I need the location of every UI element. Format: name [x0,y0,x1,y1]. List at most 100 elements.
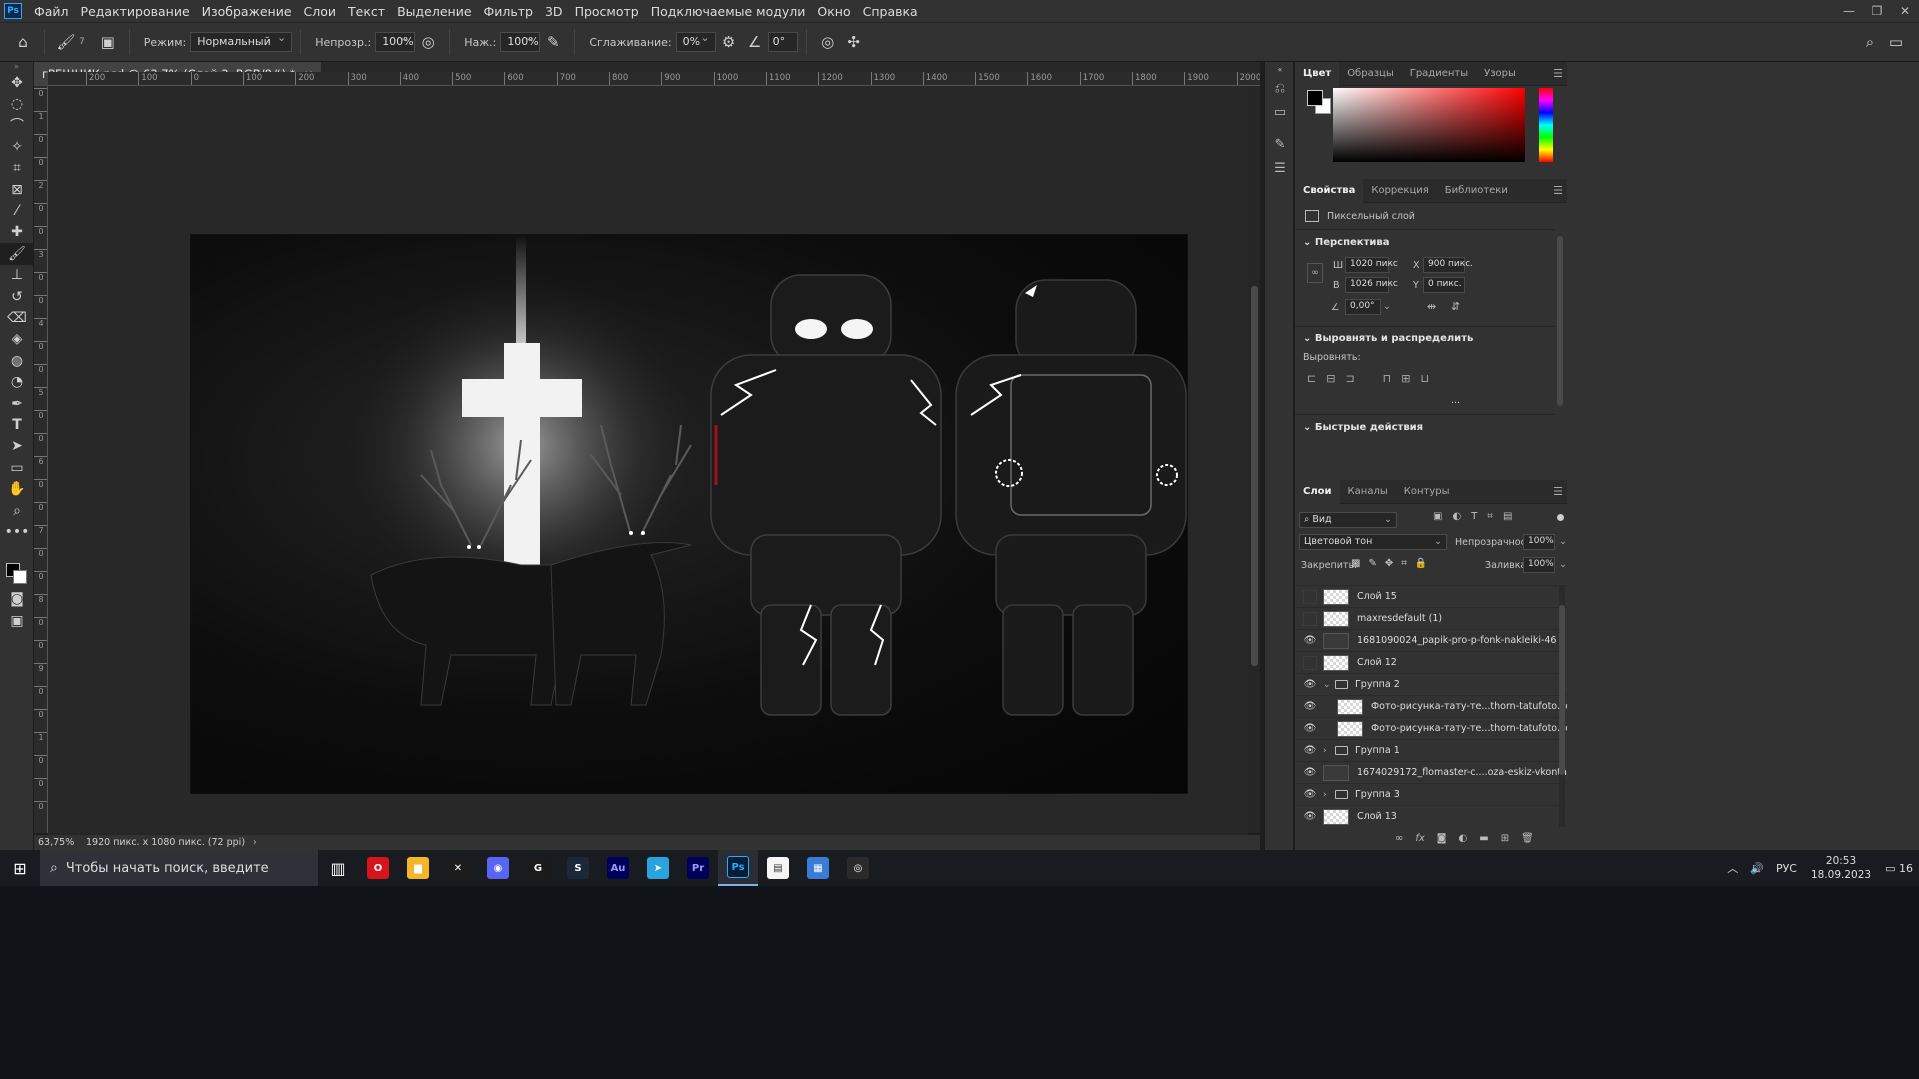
quick-actions-section[interactable]: ⌄ Быстрые действия [1303,422,1423,433]
collapse-icon[interactable]: « [1265,62,1295,76]
tab-layers[interactable]: Слои [1295,479,1340,504]
brush-size[interactable]: 7 [79,37,85,47]
photoshop-logo[interactable]: Ps [4,3,22,19]
lock-artboard-icon[interactable]: ⌗ [1401,558,1407,569]
audition-taskbar-icon[interactable]: Au [598,850,638,886]
visibility-eye-icon[interactable] [1303,656,1317,670]
perspective-section[interactable]: ⌄ Перспектива [1303,237,1389,248]
layers-scrollbar[interactable] [1559,585,1565,827]
layer-row[interactable]: 👁 Фото-рисунка-тату-те...thorn-tatufoto.c… [1295,695,1567,717]
windows-start-icon[interactable]: ⊞ [0,850,40,886]
type-tool-icon[interactable]: T [0,414,34,435]
task-view-icon[interactable]: ▥ [318,850,358,886]
menu-plugins[interactable]: Подключаемые модули [645,4,812,19]
menu-filter[interactable]: Фильтр [478,4,539,19]
steam-taskbar-icon[interactable]: S [558,850,598,886]
lock-all-icon[interactable]: 🔒 [1415,558,1427,569]
menu-file[interactable]: Файл [28,4,75,19]
healing-brush-icon[interactable]: ✚ [0,222,34,243]
pressure-size-icon[interactable]: ◎ [815,29,841,55]
vertical-scrollbar[interactable] [1248,86,1260,833]
discord-taskbar-icon[interactable]: ◉ [478,850,518,886]
eyedropper-icon[interactable]: ⁄ [0,200,34,221]
layer-filter-select[interactable]: ⌕ Вид ⌄ [1299,512,1397,528]
blend-mode-select[interactable]: Цветовой тон ⌄ [1299,534,1447,550]
app-g-taskbar-icon[interactable]: G [518,850,558,886]
pressure-opacity-icon[interactable]: ◎ [415,29,441,55]
quick-mask-icon[interactable]: ◙ [0,589,34,610]
brush-settings-icon[interactable]: ▣ [95,29,121,55]
dodge-tool-icon[interactable]: ◔ [0,371,34,392]
visibility-eye-icon[interactable]: 👁 [1303,744,1317,758]
airbrush-icon[interactable]: ✎ [540,29,566,55]
crop-tool-icon[interactable]: ⌗ [0,158,34,179]
menu-edit[interactable]: Редактирование [75,4,196,19]
angle-input[interactable]: 0° [767,32,798,52]
telegram-taskbar-icon[interactable]: ➤ [638,850,678,886]
menu-layers[interactable]: Слои [298,4,343,19]
layer-row[interactable]: 👁 › Группа 3 [1295,783,1567,805]
width-field[interactable]: 1020 пикс [1345,257,1398,273]
layer-opacity-field[interactable]: 100% [1523,534,1555,550]
filter-shape-icon[interactable]: ⌗ [1487,511,1493,522]
menu-window[interactable]: Окно [811,4,856,19]
align-center-v-icon[interactable]: ⊞ [1401,372,1410,385]
panel-menu-icon[interactable]: ☰ [1553,179,1563,203]
lasso-tool-icon[interactable]: ⌒ [0,115,34,136]
paint-bucket-icon[interactable]: ◈ [0,329,34,350]
pen-tool-icon[interactable]: ✒ [0,393,34,414]
artwork-image[interactable] [190,234,1188,794]
layer-row[interactable]: Слой 12 [1295,651,1567,673]
premiere-taskbar-icon[interactable]: Pr [678,850,718,886]
minimize-button[interactable]: — [1835,0,1863,22]
group-toggle-icon[interactable]: ⌄ [1323,674,1331,696]
new-layer-icon[interactable]: ⊞ [1501,833,1509,844]
layer-row[interactable]: Слой 15 [1295,585,1567,607]
angle-field[interactable]: 0,00° [1345,299,1381,315]
height-field[interactable]: 1026 пикс [1345,277,1398,293]
filter-pixel-icon[interactable]: ▣ [1433,511,1442,522]
new-group-icon[interactable]: ▬ [1479,833,1488,844]
blur-tool-icon[interactable]: ◍ [0,350,34,371]
gear-icon[interactable]: ⚙ [716,29,742,55]
symmetry-icon[interactable]: ✣ [841,29,867,55]
search-icon[interactable]: ⌕ [1857,29,1883,55]
tab-paths[interactable]: Контуры [1396,480,1458,504]
menu-help[interactable]: Справка [857,4,924,19]
opacity-dropdown-icon[interactable]: ⌄ [1559,536,1567,547]
properties-scrollbar[interactable] [1557,236,1563,406]
visibility-eye-icon[interactable]: 👁 [1303,678,1317,692]
language-indicator[interactable]: РУС [1770,862,1803,875]
tab-swatches[interactable]: Образцы [1339,62,1402,86]
align-section[interactable]: ⌄ Выровнять и распределить [1303,333,1473,344]
align-bottom-icon[interactable]: ⊔ [1420,372,1429,385]
taskbar-search[interactable]: ⌕ Чтобы начать поиск, введите [40,850,318,886]
clock[interactable]: 20:53 18.09.2023 [1803,854,1879,882]
brush-preset-icon[interactable]: 🖌 [53,29,79,55]
new-adjustment-icon[interactable]: ◐ [1459,833,1468,844]
layer-style-icon[interactable]: fx [1415,833,1424,844]
workspace-icon[interactable]: ▭ [1883,29,1909,55]
opera-taskbar-icon[interactable]: O [358,850,398,886]
eraser-icon[interactable]: ⌫ [0,307,34,328]
tab-adjustments[interactable]: Коррекция [1363,179,1436,203]
y-field[interactable]: 0 пикс. [1423,277,1465,293]
tab-patterns[interactable]: Узоры [1476,62,1524,86]
align-right-icon[interactable]: ⊐ [1345,372,1354,385]
delete-layer-icon[interactable]: 🗑 [1521,833,1534,844]
explorer-taskbar-icon[interactable]: ▆ [398,850,438,886]
menu-select[interactable]: Выделение [391,4,477,19]
stamp-tool-icon[interactable]: ⊥ [0,265,34,286]
brush-settings-icon[interactable]: ✎ [1265,132,1295,156]
tray-expand-icon[interactable]: ︿ [1721,860,1744,876]
rectangle-tool-icon[interactable]: ▭ [0,457,34,478]
menu-type[interactable]: Текст [342,4,391,19]
opacity-select[interactable]: 100% [375,31,416,52]
link-icon[interactable]: ∞ [1307,263,1323,283]
menu-3d[interactable]: 3D [539,4,569,19]
color-field[interactable] [1333,88,1525,162]
quick-select-icon[interactable]: ✧ [0,136,34,157]
tab-color[interactable]: Цвет [1295,61,1340,86]
visibility-eye-icon[interactable]: 👁 [1303,634,1317,648]
align-top-icon[interactable]: ⊓ [1383,372,1392,385]
